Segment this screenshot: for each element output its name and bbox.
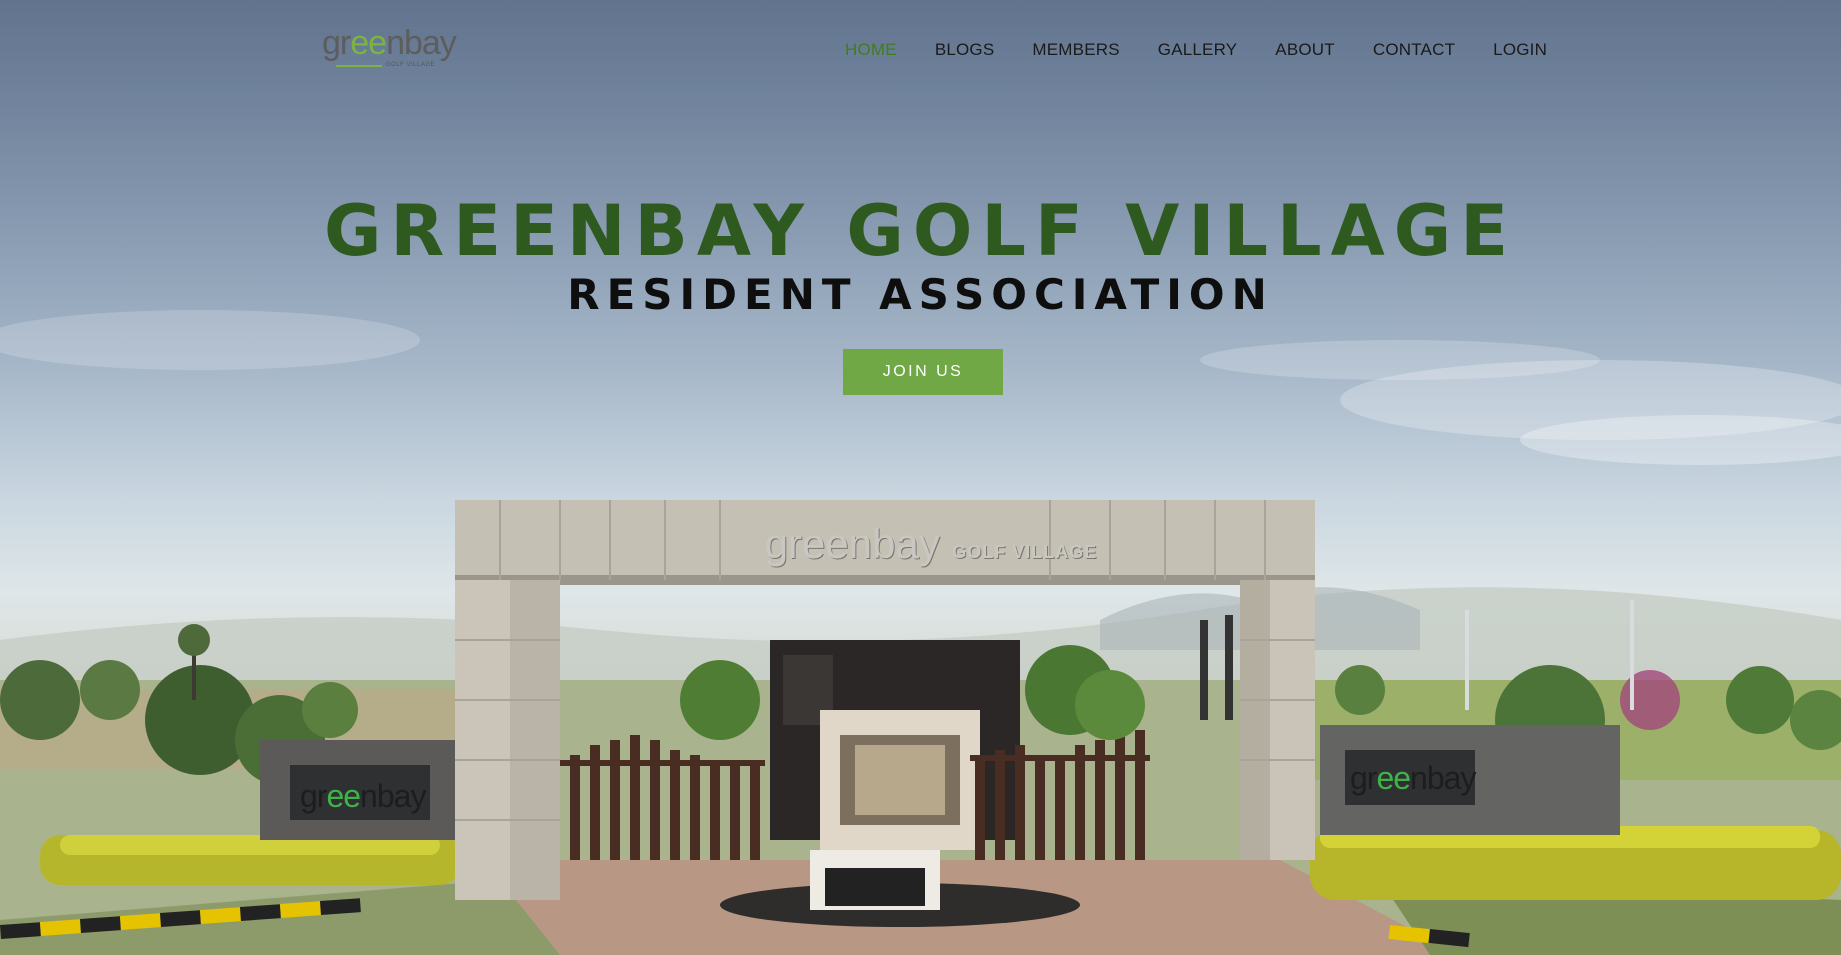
hero-title: GREENBAY GOLF VILLAGE <box>323 190 1518 272</box>
wall-logo-right-suffix: nbay <box>1410 760 1476 796</box>
wall-logo-left-suffix: nbay <box>360 778 426 814</box>
hero-section: greenbay GOLF VILLAGE greenbay greenbay <box>0 0 1841 955</box>
site-header: greenbay GOLF VILLAGE HOME BLOGS MEMBERS… <box>0 0 1841 100</box>
nav-login[interactable]: LOGIN <box>1493 40 1547 60</box>
wall-logo-left-prefix: gr <box>300 778 327 814</box>
gate-photo-background <box>0 310 1841 955</box>
join-us-button[interactable]: JOIN US <box>843 349 1003 395</box>
nav-about[interactable]: ABOUT <box>1275 40 1335 60</box>
gate-sign-main: greenbay <box>764 520 940 567</box>
logo-wordmark: greenbay <box>322 24 457 63</box>
gate-sign-sub: GOLF VILLAGE <box>952 542 1098 562</box>
logo-suffix: nbay <box>386 24 457 62</box>
wall-logo-right: greenbay <box>1350 760 1476 797</box>
nav-gallery[interactable]: GALLERY <box>1158 40 1238 60</box>
logo-subtext: GOLF VILLAGE <box>386 62 436 68</box>
main-nav: HOME BLOGS MEMBERS GALLERY ABOUT CONTACT… <box>845 40 1585 60</box>
wall-logo-left: greenbay <box>300 778 426 815</box>
wall-logo-right-accent: ee <box>1376 760 1411 796</box>
gate-sign: greenbay GOLF VILLAGE <box>756 520 1106 568</box>
nav-blogs[interactable]: BLOGS <box>935 40 995 60</box>
wall-logo-left-accent: ee <box>326 778 361 814</box>
nav-members[interactable]: MEMBERS <box>1032 40 1119 60</box>
wall-logo-right-prefix: gr <box>1350 760 1377 796</box>
nav-contact[interactable]: CONTACT <box>1373 40 1455 60</box>
hero-subtitle: RESIDENT ASSOCIATION <box>567 270 1274 319</box>
logo-underline <box>336 65 382 67</box>
logo-accent: ee <box>350 24 387 62</box>
logo-prefix: gr <box>322 24 351 62</box>
nav-home[interactable]: HOME <box>845 40 897 60</box>
site-logo[interactable]: greenbay GOLF VILLAGE <box>322 24 457 74</box>
